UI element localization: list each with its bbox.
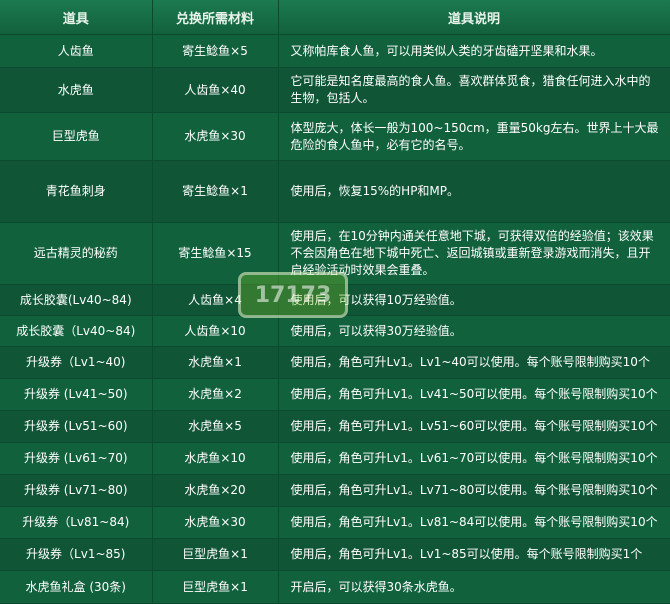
material-cost: 水虎鱼×5	[152, 410, 279, 443]
item-name: 升级券（Lv1~85)	[0, 538, 153, 571]
table-row: 升级券 (Lv61~70) 水虎鱼×10 使用后，角色可升Lv1。Lv61~70…	[0, 442, 670, 475]
item-description: 使用后，角色可升Lv1。Lv61~70可以使用。每个账号限制购买10个	[278, 442, 670, 475]
item-description: 使用后，角色可升Lv1。Lv51~60可以使用。每个账号限制购买10个	[278, 410, 670, 443]
item-description: 又称帕库食人鱼，可以用类似人类的牙齿磕开坚果和水果。	[278, 34, 670, 68]
item-description: 使用后，角色可升Lv1。Lv41~50可以使用。每个账号限制购买10个	[278, 378, 670, 411]
material-cost: 人齿鱼×10	[152, 315, 279, 347]
item-name: 成长胶囊（Lv40~84)	[0, 315, 153, 347]
item-name: 升级券（Lv1~40)	[0, 346, 153, 379]
item-name: 巨型虎鱼	[0, 112, 153, 161]
item-name: 青花鱼刺身	[0, 160, 153, 223]
item-name: 水虎鱼礼盒 (30条)	[0, 570, 153, 604]
item-description: 使用后，可以获得30万经验值。	[278, 315, 670, 347]
material-cost: 水虎鱼×1	[152, 346, 279, 379]
item-name: 水虎鱼	[0, 67, 153, 113]
item-name: 远古精灵的秘药	[0, 222, 153, 285]
table-row: 青花鱼刺身 寄生鲶鱼×1 使用后，恢复15%的HP和MP。	[0, 160, 670, 223]
table-row: 水虎鱼礼盒 (30条) 巨型虎鱼×1 开启后，可以获得30条水虎鱼。	[0, 570, 670, 604]
item-description: 使用后，恢复15%的HP和MP。	[278, 160, 670, 223]
table-row: 升级券（Lv1~85) 巨型虎鱼×1 使用后，角色可升Lv1。Lv1~85可以使…	[0, 538, 670, 571]
material-cost: 寄生鲶鱼×5	[152, 34, 279, 68]
material-cost: 水虎鱼×30	[152, 506, 279, 539]
table-row: 人齿鱼 寄生鲶鱼×5 又称帕库食人鱼，可以用类似人类的牙齿磕开坚果和水果。	[0, 34, 670, 68]
watermark-logo: 17173	[238, 272, 348, 318]
item-name: 升级券 (Lv71~80)	[0, 474, 153, 507]
material-cost: 巨型虎鱼×1	[152, 570, 279, 604]
item-description: 开启后，可以获得30条水虎鱼。	[278, 570, 670, 604]
item-description: 体型庞大，体长一般为100~150cm，重量50kg左右。世界上十大最危险的食人…	[278, 112, 670, 161]
table-row: 升级券 (Lv51~60) 水虎鱼×5 使用后，角色可升Lv1。Lv51~60可…	[0, 410, 670, 443]
table-row: 升级券（Lv1~40) 水虎鱼×1 使用后，角色可升Lv1。Lv1~40可以使用…	[0, 346, 670, 379]
item-name: 升级券 (Lv61~70)	[0, 442, 153, 475]
header-item: 道具	[0, 0, 153, 35]
material-cost: 水虎鱼×30	[152, 112, 279, 161]
item-description: 使用后，角色可升Lv1。Lv71~80可以使用。每个账号限制购买10个	[278, 474, 670, 507]
table-row: 巨型虎鱼 水虎鱼×30 体型庞大，体长一般为100~150cm，重量50kg左右…	[0, 112, 670, 161]
item-name: 成长胶囊(Lv40~84)	[0, 284, 153, 316]
table-row: 升级券 (Lv71~80) 水虎鱼×20 使用后，角色可升Lv1。Lv71~80…	[0, 474, 670, 507]
table-row: 成长胶囊（Lv40~84) 人齿鱼×10 使用后，可以获得30万经验值。	[0, 315, 670, 347]
item-description: 它可能是知名度最高的食人鱼。喜欢群体觅食，猎食任何进入水中的生物，包括人。	[278, 67, 670, 113]
table-row: 升级券 (Lv41~50) 水虎鱼×2 使用后，角色可升Lv1。Lv41~50可…	[0, 378, 670, 411]
table-row: 水虎鱼 人齿鱼×40 它可能是知名度最高的食人鱼。喜欢群体觅食，猎食任何进入水中…	[0, 67, 670, 113]
item-description: 使用后，角色可升Lv1。Lv81~84可以使用。每个账号限制购买10个	[278, 506, 670, 539]
material-cost: 水虎鱼×20	[152, 474, 279, 507]
material-cost: 水虎鱼×10	[152, 442, 279, 475]
table-header-row: 道具 兑换所需材料 道具说明	[0, 0, 670, 35]
item-name: 升级券（Lv81~84)	[0, 506, 153, 539]
item-description: 使用后，角色可升Lv1。Lv1~85可以使用。每个账号限制购买1个	[278, 538, 670, 571]
item-description: 使用后，角色可升Lv1。Lv1~40可以使用。每个账号限制购买10个	[278, 346, 670, 379]
material-cost: 巨型虎鱼×1	[152, 538, 279, 571]
item-name: 人齿鱼	[0, 34, 153, 68]
table-row: 升级券（Lv81~84) 水虎鱼×30 使用后，角色可升Lv1。Lv81~84可…	[0, 506, 670, 539]
item-name: 升级券 (Lv41~50)	[0, 378, 153, 411]
header-material: 兑换所需材料	[152, 0, 279, 35]
material-cost: 寄生鲶鱼×1	[152, 160, 279, 223]
header-description: 道具说明	[278, 0, 670, 35]
material-cost: 水虎鱼×2	[152, 378, 279, 411]
material-cost: 人齿鱼×40	[152, 67, 279, 113]
item-name: 升级券 (Lv51~60)	[0, 410, 153, 443]
